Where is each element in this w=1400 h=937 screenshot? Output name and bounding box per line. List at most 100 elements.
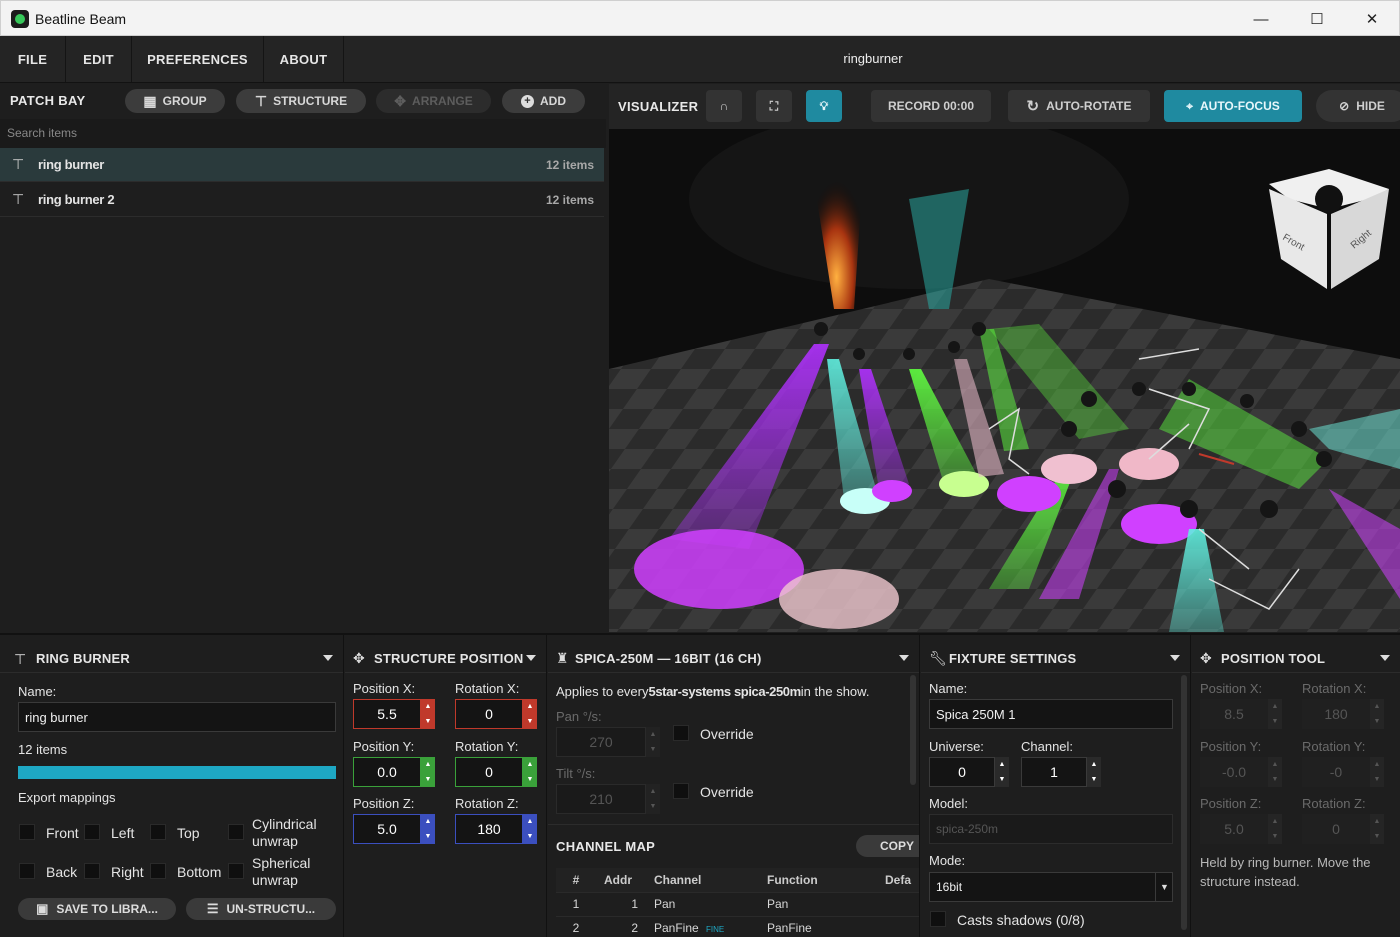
model-input[interactable]: spica-250m bbox=[929, 814, 1173, 844]
fixture-type-header[interactable]: ♜ SPICA-250M — 16BIT (16 CH) bbox=[548, 645, 919, 673]
scrollbar[interactable] bbox=[910, 675, 916, 785]
position-z-stepper[interactable]: ▲ ▼ bbox=[421, 814, 435, 844]
save-to-library-button[interactable]: ▣ SAVE TO LIBRA... bbox=[18, 898, 176, 920]
tool-rotation-y-stepper[interactable]: ▲ ▼ bbox=[1370, 757, 1384, 787]
arrange-button[interactable]: ✥ ARRANGE bbox=[376, 89, 491, 113]
pan-speed-stepper[interactable]: ▲ ▼ bbox=[646, 727, 660, 757]
scrollbar[interactable] bbox=[1181, 675, 1187, 930]
right-checkbox[interactable] bbox=[84, 863, 100, 879]
rotation-x-input[interactable]: 0 bbox=[455, 699, 523, 729]
items-count: 12 items bbox=[18, 742, 68, 757]
fixture-settings-header[interactable]: 🔧︎ FIXTURE SETTINGS bbox=[921, 645, 1190, 673]
left-checkbox[interactable] bbox=[84, 824, 100, 840]
back-checkbox[interactable] bbox=[19, 863, 35, 879]
structure-name-input[interactable]: ring burner bbox=[18, 702, 336, 732]
position-tool-header[interactable]: ✥ POSITION TOOL bbox=[1192, 645, 1400, 673]
record-button[interactable]: RECORD 00:00 bbox=[871, 90, 991, 122]
front-checkbox[interactable] bbox=[19, 824, 35, 840]
position-tool-title: POSITION TOOL bbox=[1221, 651, 1326, 666]
channel-input[interactable]: 1 bbox=[1021, 757, 1087, 787]
menu-preferences[interactable]: PREFERENCES bbox=[132, 36, 264, 82]
chevron-down-icon[interactable] bbox=[1170, 655, 1180, 661]
tool-position-x-input[interactable]: 8.5 bbox=[1200, 699, 1268, 729]
chevron-down-icon[interactable] bbox=[899, 655, 909, 661]
auto-focus-button[interactable]: ⌖ AUTO-FOCUS bbox=[1164, 90, 1302, 122]
position-z-label: Position Z: bbox=[353, 796, 415, 811]
chevron-down-icon[interactable] bbox=[323, 655, 333, 661]
table-row[interactable]: 2 2 PanFine FINE PanFine bbox=[556, 916, 919, 937]
tool-rotation-x-input[interactable]: 180 bbox=[1302, 699, 1370, 729]
pan-speed-input[interactable]: 270 bbox=[556, 727, 646, 757]
col-default: Defa bbox=[877, 868, 919, 893]
menu-file[interactable]: FILE bbox=[0, 36, 66, 82]
universe-input[interactable]: 0 bbox=[929, 757, 995, 787]
list-item[interactable]: ⊤ ring burner 2 12 items bbox=[0, 183, 604, 217]
maximize-button[interactable]: ☐ bbox=[1289, 1, 1345, 37]
fixture-name-input[interactable]: Spica 250M 1 bbox=[929, 699, 1173, 729]
list-item[interactable]: ⊤ ring burner 12 items bbox=[0, 148, 604, 182]
tool-position-z-label: Position Z: bbox=[1200, 796, 1262, 811]
spherical-checkbox[interactable] bbox=[228, 863, 244, 879]
cylindrical-checkbox[interactable] bbox=[228, 824, 244, 840]
structure-button[interactable]: ⊤ STRUCTURE bbox=[236, 89, 366, 113]
rotation-x-stepper[interactable]: ▲ ▼ bbox=[523, 699, 537, 729]
close-button[interactable]: ✕ bbox=[1344, 1, 1400, 37]
tilt-override-checkbox[interactable] bbox=[673, 783, 689, 799]
casts-shadows-label: Casts shadows (0/8) bbox=[957, 912, 1085, 928]
right-label: Right bbox=[111, 864, 144, 880]
bottom-checkbox[interactable] bbox=[150, 863, 166, 879]
unstructure-button[interactable]: ☰ UN-STRUCTU... bbox=[186, 898, 336, 920]
tool-rotation-z-stepper[interactable]: ▲ ▼ bbox=[1370, 814, 1384, 844]
group-button[interactable]: ▦ GROUP bbox=[125, 89, 225, 113]
mode-select[interactable]: 16bit bbox=[929, 872, 1173, 902]
add-button[interactable]: + ADD bbox=[502, 89, 585, 113]
minimize-button[interactable]: — bbox=[1233, 1, 1289, 37]
position-x-input[interactable]: 5.5 bbox=[353, 699, 421, 729]
magnet-icon[interactable]: ∩ bbox=[706, 90, 742, 122]
position-z-input[interactable]: 5.0 bbox=[353, 814, 421, 844]
pan-override-checkbox[interactable] bbox=[673, 725, 689, 741]
copy-button[interactable]: COPY bbox=[856, 835, 919, 857]
tool-rotation-z-input[interactable]: 0 bbox=[1302, 814, 1370, 844]
tool-position-x-stepper[interactable]: ▲ ▼ bbox=[1268, 699, 1282, 729]
universe-stepper[interactable]: ▲ ▼ bbox=[995, 757, 1009, 787]
tool-rotation-x-stepper[interactable]: ▲ ▼ bbox=[1370, 699, 1384, 729]
tilt-speed-stepper[interactable]: ▲ ▼ bbox=[646, 784, 660, 814]
position-x-stepper[interactable]: ▲ ▼ bbox=[421, 699, 435, 729]
tool-rotation-y-input[interactable]: -0 bbox=[1302, 757, 1370, 787]
table-row[interactable]: 1 1 Pan Pan bbox=[556, 892, 919, 917]
pan-override-label: Override bbox=[700, 726, 754, 742]
window-title: Beatline Beam bbox=[35, 11, 127, 27]
rotation-y-stepper[interactable]: ▲ ▼ bbox=[523, 757, 537, 787]
tool-position-y-stepper[interactable]: ▲ ▼ bbox=[1268, 757, 1282, 787]
rotation-z-input[interactable]: 180 bbox=[455, 814, 523, 844]
search-input[interactable]: Search items bbox=[0, 119, 606, 148]
position-y-stepper[interactable]: ▲ ▼ bbox=[421, 757, 435, 787]
mode-label: Mode: bbox=[929, 853, 966, 868]
tool-position-z-input[interactable]: 5.0 bbox=[1200, 814, 1268, 844]
front-label: Front bbox=[46, 825, 79, 841]
visualizer-3d-view[interactable]: Front Right bbox=[609, 129, 1400, 632]
channel-map-title: CHANNEL MAP bbox=[556, 839, 656, 854]
channel-stepper[interactable]: ▲ ▼ bbox=[1087, 757, 1101, 787]
fit-view-icon[interactable]: ⛶ bbox=[756, 90, 792, 122]
menu-about[interactable]: ABOUT bbox=[264, 36, 344, 82]
rotation-z-stepper[interactable]: ▲ ▼ bbox=[523, 814, 537, 844]
chevron-down-icon[interactable] bbox=[1380, 655, 1390, 661]
position-y-input[interactable]: 0.0 bbox=[353, 757, 421, 787]
lightbulb-icon[interactable]: 💡︎ bbox=[806, 90, 842, 122]
auto-rotate-button[interactable]: ↻ AUTO-ROTATE bbox=[1008, 90, 1150, 122]
tool-position-y-input[interactable]: -0.0 bbox=[1200, 757, 1268, 787]
chevron-down-icon[interactable] bbox=[526, 655, 536, 661]
structure-position-header[interactable]: ✥ STRUCTURE POSITION bbox=[345, 645, 546, 673]
menu-edit[interactable]: EDIT bbox=[66, 36, 132, 82]
hide-button[interactable]: ⊘ HIDE bbox=[1316, 90, 1400, 122]
casts-shadows-checkbox[interactable] bbox=[930, 911, 946, 927]
tilt-speed-input[interactable]: 210 bbox=[556, 784, 646, 814]
top-checkbox[interactable] bbox=[150, 824, 166, 840]
chevron-down-icon[interactable]: ▼ bbox=[1155, 872, 1173, 902]
rotation-y-input[interactable]: 0 bbox=[455, 757, 523, 787]
items-bar bbox=[18, 766, 336, 779]
ring-burner-header[interactable]: ⊤ RING BURNER bbox=[0, 645, 343, 673]
tool-position-z-stepper[interactable]: ▲ ▼ bbox=[1268, 814, 1282, 844]
